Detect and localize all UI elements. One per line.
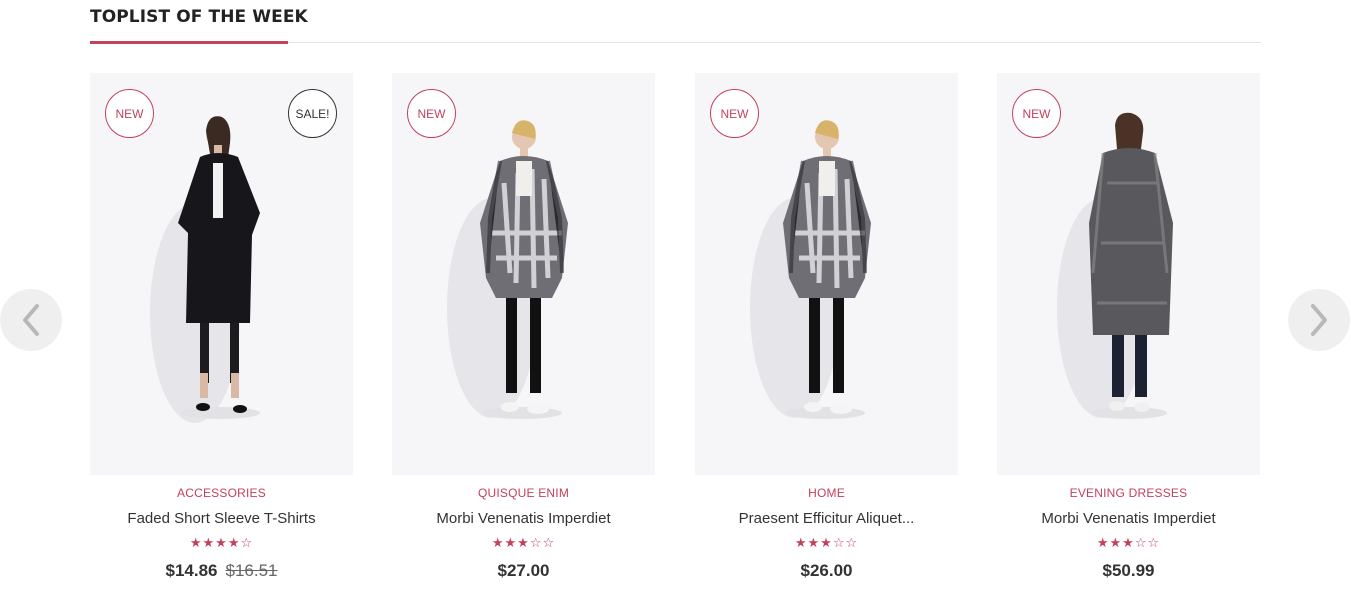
star-filled-icon: ★ [820, 535, 833, 550]
product-image[interactable]: NEW [997, 73, 1260, 475]
star-filled-icon: ★ [215, 535, 228, 550]
star-filled-icon: ★ [202, 535, 216, 550]
price-row: $14.86 $16.51 [90, 561, 353, 581]
product-image[interactable]: NEW [695, 73, 958, 475]
product-price: $26.00 [800, 561, 853, 580]
star-empty-icon: ☆ [529, 535, 543, 550]
product-name-link[interactable]: Morbi Venenatis Imperdiet [392, 510, 655, 527]
price-row: $27.00 [392, 561, 655, 581]
chevron-left-icon [23, 304, 39, 336]
sale-badge: SALE! [288, 89, 337, 138]
new-badge: NEW [407, 89, 456, 138]
carousel-next-button[interactable] [1288, 289, 1350, 351]
star-filled-icon: ★ [807, 535, 821, 550]
star-rating: ★★★☆☆ [392, 535, 655, 551]
price-row: $26.00 [695, 561, 958, 581]
product-price: $27.00 [497, 561, 550, 580]
product-card[interactable]: NEW EVENING DRESSES Morbi Venenatis Impe… [997, 73, 1260, 595]
star-filled-icon: ★ [491, 535, 505, 550]
product-name-link[interactable]: Morbi Venenatis Imperdiet [997, 510, 1260, 527]
star-empty-icon: ☆ [1147, 535, 1161, 550]
section-header: TOPLIST OF THE WEEK [90, 0, 1261, 44]
new-badge: NEW [710, 89, 759, 138]
star-rating: ★★★☆☆ [695, 535, 958, 551]
star-empty-icon: ☆ [845, 535, 859, 550]
product-image[interactable]: NEW [392, 73, 655, 475]
star-filled-icon: ★ [189, 535, 203, 550]
star-rating: ★★★☆☆ [997, 535, 1260, 551]
star-filled-icon: ★ [504, 535, 518, 550]
product-name-link[interactable]: Praesent Efficitur Aliquet... [695, 510, 958, 527]
star-filled-icon: ★ [1096, 535, 1110, 550]
price-row: $50.99 [997, 561, 1260, 581]
product-category-link[interactable]: QUISQUE ENIM [392, 486, 655, 500]
product-card[interactable]: NEW SALE! ACCESSORIES Faded Short Sleeve… [90, 73, 353, 595]
chevron-right-icon [1311, 304, 1327, 336]
carousel-prev-button[interactable] [0, 289, 62, 351]
star-empty-icon: ☆ [832, 535, 846, 550]
product-image[interactable]: NEW SALE! [90, 73, 353, 475]
product-card[interactable]: NEW HOME Praesent Efficitur Aliquet... ★… [695, 73, 958, 595]
product-name-link[interactable]: Faded Short Sleeve T-Shirts [90, 510, 353, 527]
new-badge: NEW [105, 89, 154, 138]
product-category-link[interactable]: HOME [695, 486, 958, 500]
star-filled-icon: ★ [1109, 535, 1123, 550]
section-title-underline [90, 41, 288, 44]
star-empty-icon: ☆ [1134, 535, 1148, 550]
product-price: $50.99 [1102, 561, 1155, 580]
star-filled-icon: ★ [227, 535, 241, 550]
star-rating: ★★★★☆ [90, 535, 353, 551]
star-filled-icon: ★ [517, 535, 530, 550]
star-empty-icon: ☆ [542, 535, 556, 550]
new-badge: NEW [1012, 89, 1061, 138]
star-filled-icon: ★ [1122, 535, 1135, 550]
star-filled-icon: ★ [794, 535, 808, 550]
product-category-link[interactable]: ACCESSORIES [90, 486, 353, 500]
product-old-price: $16.51 [225, 561, 278, 580]
product-card[interactable]: NEW QUISQUE ENIM Morbi Venenatis Imperdi… [392, 73, 655, 595]
section-title: TOPLIST OF THE WEEK [90, 7, 308, 27]
star-empty-icon: ☆ [240, 535, 254, 550]
product-category-link[interactable]: EVENING DRESSES [997, 486, 1260, 500]
product-price: $14.86 [165, 561, 218, 580]
